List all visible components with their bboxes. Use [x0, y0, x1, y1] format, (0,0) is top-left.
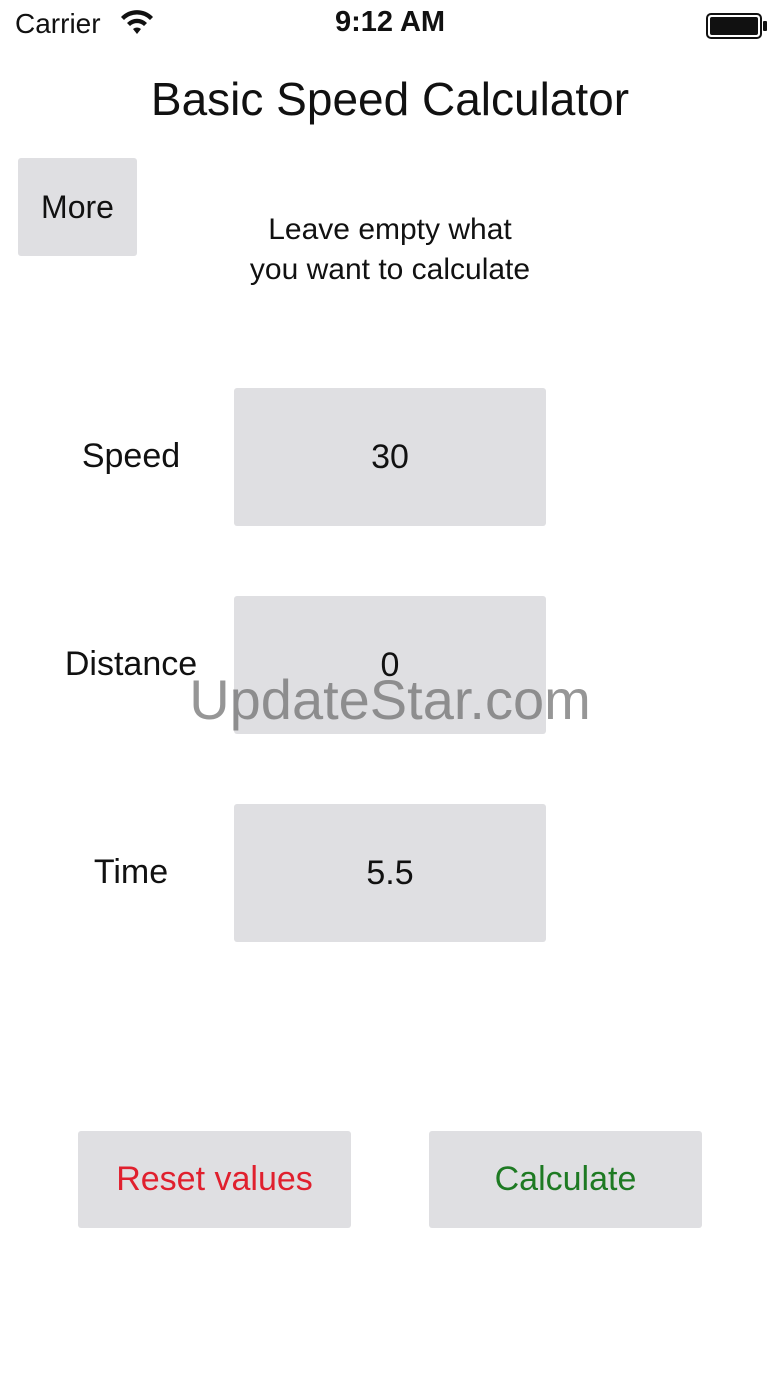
distance-label: Distance — [64, 645, 198, 683]
distance-input[interactable] — [234, 596, 546, 734]
reset-values-button[interactable]: Reset values — [78, 1131, 351, 1228]
page-title: Basic Speed Calculator — [150, 73, 630, 125]
instruction-line-2: you want to calculate — [249, 253, 531, 286]
battery-icon — [706, 13, 767, 39]
speed-label: Speed — [81, 437, 181, 475]
status-time: 9:12 AM — [334, 6, 446, 38]
instruction-text: Leave empty what you want to calculate — [200, 210, 580, 290]
time-label: Time — [93, 853, 169, 891]
time-input[interactable] — [234, 804, 546, 942]
status-bar: Carrier 9:12 AM — [0, 0, 780, 50]
more-button[interactable]: More — [18, 158, 137, 256]
speed-input[interactable] — [234, 388, 546, 526]
calculate-button[interactable]: Calculate — [429, 1131, 702, 1228]
instruction-line-1: Leave empty what — [268, 213, 512, 246]
